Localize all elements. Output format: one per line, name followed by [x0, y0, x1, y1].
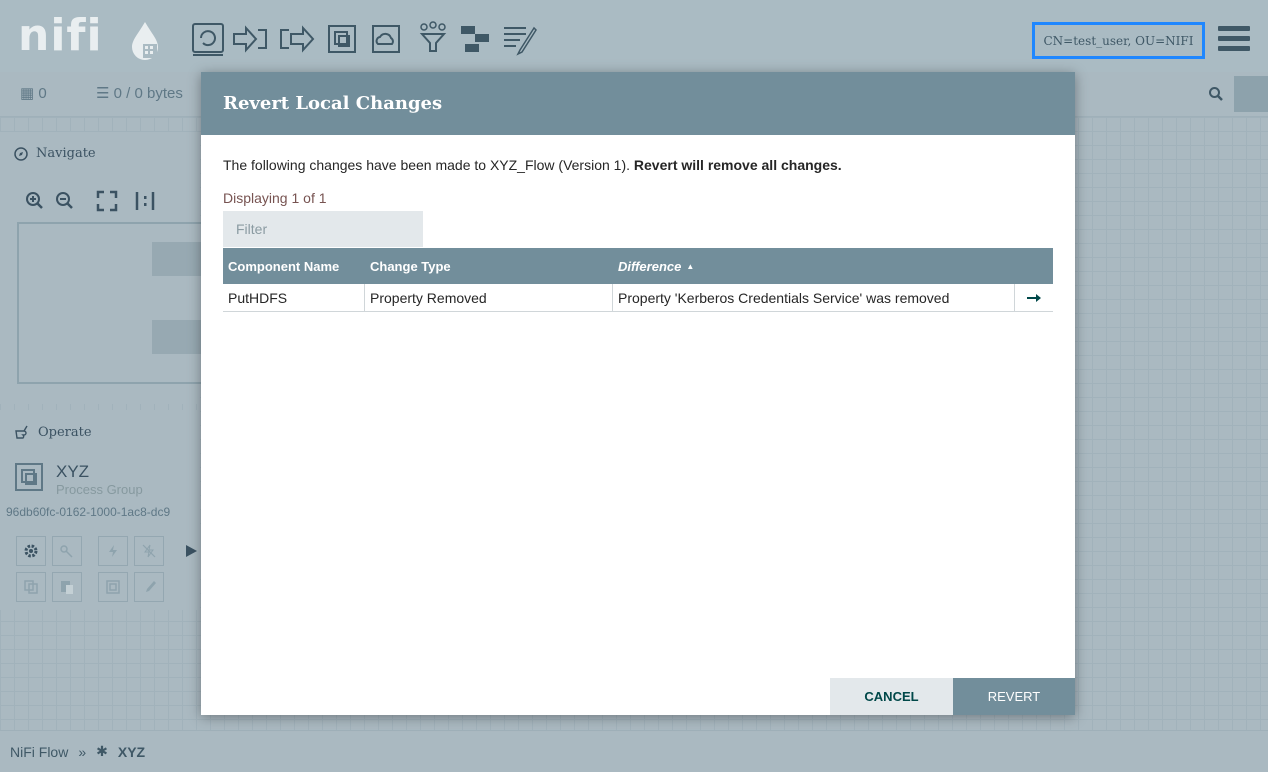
- dialog-footer: CANCEL REVERT: [201, 678, 1075, 715]
- breadcrumb-separator: »: [78, 743, 87, 760]
- filter-input[interactable]: [223, 211, 423, 247]
- fit-screen-icon[interactable]: [96, 190, 118, 212]
- go-to-component-icon[interactable]: [1015, 284, 1053, 311]
- output-port-icon[interactable]: [275, 18, 317, 60]
- dialog-intro-text: The following changes have been made to …: [223, 157, 842, 173]
- global-menu-icon[interactable]: [1218, 26, 1250, 52]
- current-user-identity[interactable]: CN=test_user, OU=NIFI: [1032, 22, 1205, 59]
- configure-icon[interactable]: [16, 536, 46, 566]
- hand-pointer-icon: [15, 425, 28, 439]
- breadcrumb-current[interactable]: XYZ: [118, 744, 145, 760]
- nifi-logo: nifi: [18, 10, 103, 61]
- process-group-icon: [15, 463, 43, 491]
- label-icon[interactable]: [498, 18, 540, 60]
- process-group-icon[interactable]: [321, 18, 363, 60]
- funnel-icon[interactable]: [412, 18, 454, 60]
- search-icon[interactable]: [1198, 76, 1234, 112]
- column-component-name[interactable]: Component Name: [223, 248, 365, 284]
- displaying-count: Displaying 1 of 1: [223, 190, 327, 206]
- nifi-drop-icon: [132, 22, 158, 60]
- access-policies-icon[interactable]: [52, 536, 82, 566]
- processor-icon[interactable]: [187, 18, 229, 60]
- table-row[interactable]: PutHDFS Property Removed Property 'Kerbe…: [223, 284, 1053, 312]
- column-difference[interactable]: Difference ▲: [613, 248, 1015, 284]
- queued-stats: ☰ 0 / 0 bytes: [96, 85, 183, 102]
- copy-icon[interactable]: [16, 572, 46, 602]
- color-icon[interactable]: [134, 572, 164, 602]
- actual-size-icon[interactable]: [134, 190, 156, 212]
- dialog-header: Revert Local Changes: [201, 72, 1075, 135]
- remote-process-group-icon[interactable]: [365, 18, 407, 60]
- app-header: nifi CN=test_user, OU=NIFI: [0, 0, 1268, 72]
- enable-icon[interactable]: [98, 536, 128, 566]
- operate-title: Operate: [14, 424, 92, 440]
- revert-button[interactable]: REVERT: [953, 678, 1075, 715]
- compass-icon: [14, 146, 28, 161]
- birdseye-view[interactable]: [17, 222, 212, 384]
- zoom-in-icon[interactable]: [24, 190, 46, 212]
- zoom-out-icon[interactable]: [54, 190, 76, 212]
- dialog-title: Revert Local Changes: [223, 93, 443, 114]
- input-port-icon[interactable]: [230, 18, 272, 60]
- cell-component-name: PutHDFS: [223, 284, 365, 311]
- selected-component-name: XYZ: [56, 462, 90, 481]
- template-icon[interactable]: [455, 18, 497, 60]
- column-actions: [1015, 248, 1053, 284]
- paste-icon[interactable]: [52, 572, 82, 602]
- selected-component-id: 96db60fc-0162-1000-1ac8-dc9: [6, 505, 171, 519]
- changes-table: Component Name Change Type Difference ▲ …: [223, 248, 1053, 312]
- dialog-warning-text: Revert will remove all changes.: [633, 157, 842, 173]
- cell-difference: Property 'Kerberos Credentials Service' …: [613, 284, 1015, 311]
- revert-local-changes-dialog: Revert Local Changes The following chang…: [201, 72, 1075, 715]
- selected-component-type: Process Group: [56, 482, 143, 497]
- bulletin-board-icon[interactable]: [1234, 76, 1268, 112]
- breadcrumb-root[interactable]: NiFi Flow: [10, 744, 68, 760]
- table-header: Component Name Change Type Difference ▲: [223, 248, 1053, 284]
- sort-ascending-icon: ▲: [686, 261, 695, 271]
- navigate-palette: Navigate: [0, 132, 212, 404]
- breadcrumb: NiFi Flow » ✱ XYZ: [0, 730, 1268, 772]
- navigate-title: Navigate: [14, 146, 96, 161]
- group-icon[interactable]: [98, 572, 128, 602]
- operate-palette: Operate XYZ Process Group 96db60fc-0162-…: [0, 410, 206, 610]
- active-threads-count: ▦ 0: [20, 85, 47, 102]
- cancel-button[interactable]: CANCEL: [830, 678, 953, 715]
- version-control-icon: ✱: [96, 743, 108, 759]
- column-change-type[interactable]: Change Type: [365, 248, 613, 284]
- cell-change-type: Property Removed: [365, 284, 613, 311]
- disable-icon[interactable]: [134, 536, 164, 566]
